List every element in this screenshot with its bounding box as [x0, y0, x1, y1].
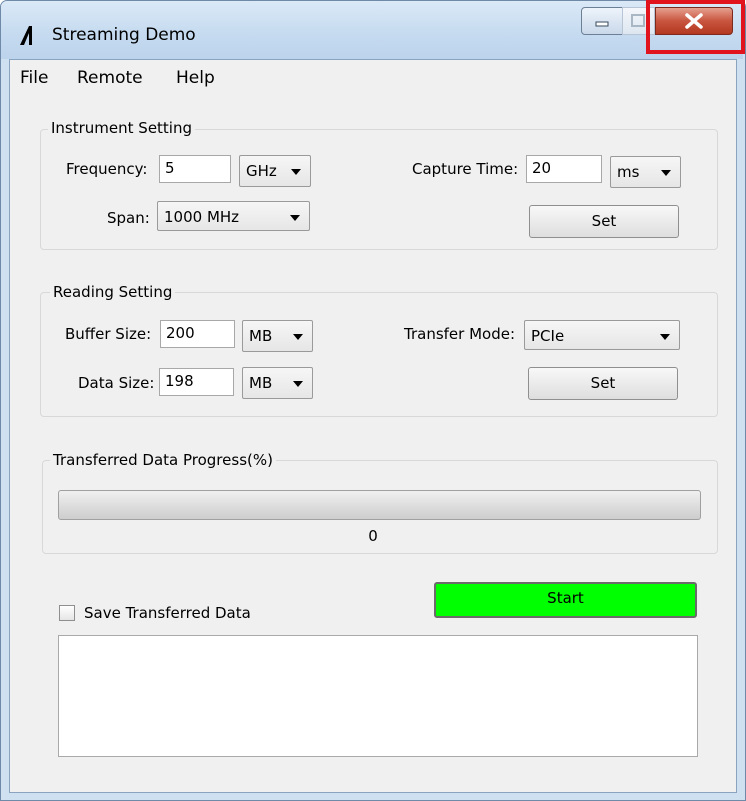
data-unit-select[interactable]: MB [242, 367, 313, 399]
reading-setting-title: Reading Setting [50, 282, 176, 302]
span-select[interactable]: 1000 MHz [157, 201, 310, 231]
menu-file[interactable]: File [20, 66, 48, 90]
chevron-down-icon [661, 170, 671, 176]
buffer-size-label: Buffer Size: [65, 325, 152, 343]
instrument-set-button[interactable]: Set [529, 205, 679, 238]
capture-time-label: Capture Time: [412, 160, 519, 178]
menu-help[interactable]: Help [176, 66, 215, 90]
capture-unit-value: ms [617, 163, 640, 181]
transfer-mode-value: PCIe [531, 327, 565, 345]
frequency-input[interactable]: 5 [159, 155, 231, 183]
frequency-unit-value: GHz [246, 162, 277, 180]
window-title: Streaming Demo [52, 25, 196, 45]
chevron-down-icon [290, 215, 300, 221]
menu-remote[interactable]: Remote [77, 66, 143, 90]
close-button-highlight [646, 0, 745, 54]
minimize-icon [595, 21, 609, 27]
progress-title: Transferred Data Progress(%) [50, 450, 276, 470]
save-data-label: Save Transferred Data [84, 604, 251, 622]
frequency-unit-select[interactable]: GHz [239, 155, 311, 187]
reading-set-button[interactable]: Set [528, 367, 678, 400]
buffer-size-input[interactable]: 200 [160, 320, 235, 348]
app-logo-icon [20, 26, 32, 45]
transfer-mode-label: Transfer Mode: [404, 325, 516, 343]
chevron-down-icon [293, 381, 303, 387]
chevron-down-icon [291, 169, 301, 175]
progress-value-text: 0 [368, 527, 378, 545]
data-size-input[interactable]: 198 [159, 368, 234, 396]
span-label: Span: [107, 209, 150, 227]
capture-time-input[interactable]: 20 [526, 155, 602, 183]
buffer-unit-select[interactable]: MB [242, 320, 313, 352]
minimize-button[interactable] [581, 7, 623, 35]
chevron-down-icon [293, 334, 303, 340]
chevron-down-icon [660, 334, 670, 340]
data-unit-value: MB [249, 374, 273, 392]
instrument-setting-title: Instrument Setting [48, 118, 196, 138]
frequency-label: Frequency: [66, 160, 148, 178]
progress-bar [58, 490, 701, 520]
span-value: 1000 MHz [164, 208, 240, 226]
start-button[interactable]: Start [434, 582, 697, 618]
transfer-mode-select[interactable]: PCIe [524, 320, 680, 350]
output-textbox[interactable] [58, 635, 698, 757]
buffer-unit-value: MB [249, 327, 273, 345]
capture-unit-select[interactable]: ms [610, 156, 681, 188]
data-size-label: Data Size: [78, 374, 155, 392]
save-data-checkbox[interactable] [59, 605, 75, 621]
